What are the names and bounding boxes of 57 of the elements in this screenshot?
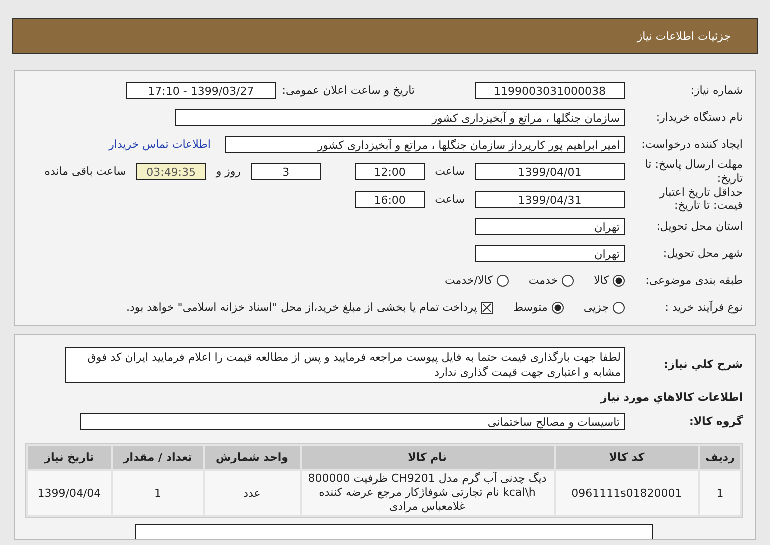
- column-header: واحد شمارش: [204, 446, 300, 469]
- days-field: 3: [251, 163, 322, 180]
- table-cell: 1399/04/04: [28, 471, 111, 515]
- deadline-date-field: 1399/04/01: [475, 163, 625, 180]
- days-label: روز و: [216, 165, 242, 178]
- description-field: لطفا جهت بارگذاری قیمت حتما به فایل پیوست مراجعه فرمایید و پس از مطالعه قیمت را اعلام فرمایید ایران کد فوق مشابه و اعتباری جهت قیمت گذاری ندارد: [65, 347, 625, 383]
- radio-button[interactable]: [613, 302, 625, 314]
- deadline-time-field: 12:00: [355, 163, 426, 180]
- announce-date-field: 1399/03/27 - 17:10: [126, 82, 276, 99]
- field-label: حداقل تاریخ اعتبار قیمت: تا تاریخ:: [658, 186, 743, 213]
- table-cell: 1: [700, 471, 740, 515]
- remaining-label: ساعت باقی مانده: [44, 165, 126, 178]
- radio-label: خدمت: [528, 274, 558, 287]
- column-header: ردیف: [700, 446, 740, 469]
- radio-label: جزیی: [584, 301, 609, 314]
- field-label: شرح کلي نياز:: [663, 358, 743, 372]
- checkbox[interactable]: [481, 302, 494, 314]
- time-label: ساعت: [435, 192, 465, 206]
- field-label: نام دستگاه خریدار:: [655, 110, 743, 124]
- header-title: جزئیات اطلاعات نیاز: [637, 30, 731, 42]
- radio-label: متوسط: [513, 301, 548, 314]
- column-header: تعداد / مقدار: [112, 446, 203, 469]
- table-cell: عدد: [204, 471, 300, 515]
- buyer-field: سازمان جنگلها ، مراتع و آبخیزداری کشور: [175, 109, 625, 126]
- creator-field: امیر ابراهیم پور کارپرداز سازمان جنگلها ، مراتع و آبخیزداری کشور: [225, 136, 625, 153]
- radio-button[interactable]: [562, 274, 574, 286]
- table-cell: 1: [112, 471, 203, 515]
- column-header: کد کالا: [556, 446, 698, 469]
- time-label: ساعت: [435, 165, 465, 178]
- validity-time-field: 16:00: [355, 190, 426, 208]
- field-label: تاریخ و ساعت اعلان عمومی:: [282, 84, 415, 97]
- table-cell: 0961111s01820001: [556, 471, 698, 515]
- field-label: شماره نیاز:: [690, 84, 743, 98]
- column-header: نام کالا: [302, 446, 554, 469]
- remaining-time-field: 03:49:35: [136, 163, 206, 180]
- field-label: مهلت ارسال پاسخ: تا تاریخ:: [644, 158, 743, 186]
- radio-button[interactable]: [552, 302, 564, 314]
- checkbox-label: پرداخت تمام یا بخشی از مبلغ خرید،از محل "اسناد خزانه اسلامی" خواهد بود.: [126, 301, 478, 314]
- radio-label: کالا: [594, 274, 609, 287]
- city-field: تهران: [475, 245, 625, 262]
- radio-button[interactable]: [613, 274, 625, 286]
- table-cell: دیگ چدنی آب گرم مدل CH9201 ظرفیت 800000 kcal\h نام تجارتی شوفاژکار مرجع عرضه کننده غلامعباس مرادی: [302, 471, 554, 515]
- field-label: گروه کالا:: [688, 414, 743, 428]
- contact-link[interactable]: اطلاعات تماس خریدار: [109, 138, 211, 151]
- radio-label: کالا/خدمت: [445, 274, 493, 287]
- field-label: طبقه بندی موضوعی:: [644, 274, 743, 288]
- field-label: ایجاد کننده درخواست:: [640, 138, 743, 152]
- field-label: شهر محل تحویل:: [662, 246, 743, 260]
- column-header: تاریخ نیاز: [28, 446, 111, 469]
- goods-group-field: تاسیسات و مصالح ساختمانی: [80, 413, 625, 430]
- province-field: تهران: [475, 218, 625, 235]
- section-title: اطلاعات کالاهاي مورد نياز: [600, 391, 743, 404]
- field-label: نوع فرآیند خرید :: [664, 300, 743, 314]
- radio-button[interactable]: [496, 274, 509, 286]
- validity-date-field: 1399/04/31: [475, 190, 625, 208]
- need-number-field: 1199003031000038: [475, 82, 625, 99]
- field-label: استان محل تحویل:: [656, 220, 743, 234]
